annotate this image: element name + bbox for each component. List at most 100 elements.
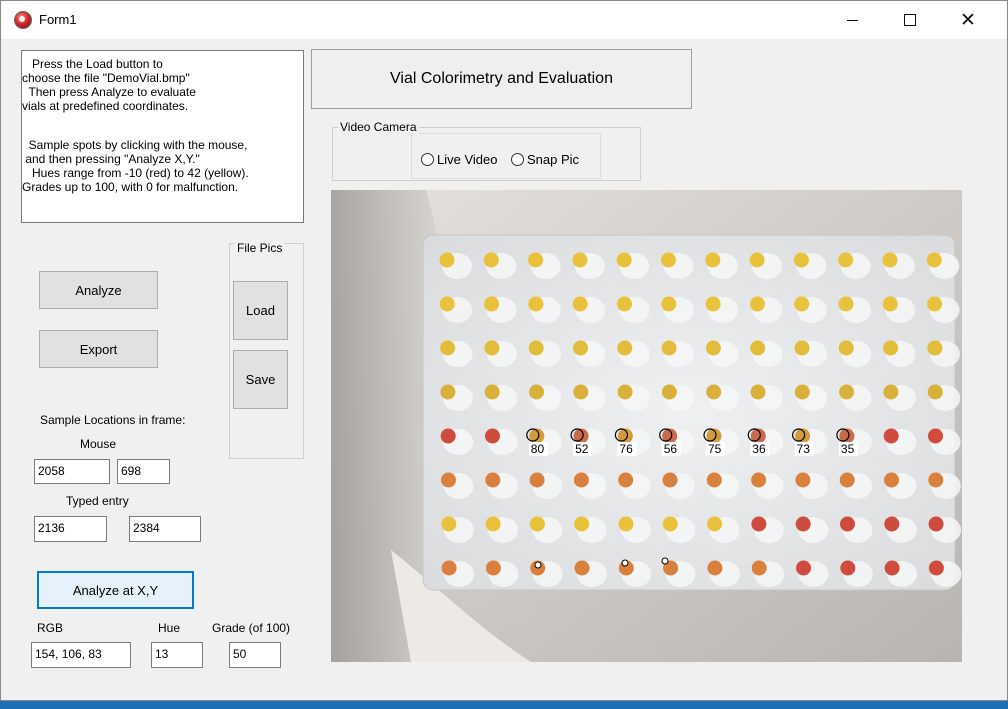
vial-sample — [440, 340, 456, 356]
mouse-x-field[interactable]: 2058 — [34, 459, 110, 484]
instructions-textbox[interactable]: Press the Load button to choose the file… — [21, 50, 304, 223]
vial-sample — [749, 296, 765, 312]
vial-sample — [441, 516, 457, 532]
vial-sample — [572, 252, 588, 268]
vial-sample — [838, 296, 854, 312]
close-button[interactable]: ✕ — [939, 1, 997, 39]
grade-label: 73 — [797, 442, 811, 456]
sample-spot-marker — [661, 557, 669, 565]
vial-sample — [751, 472, 767, 488]
rgb-field[interactable]: 154, 106, 83 — [31, 642, 131, 668]
vial-sample — [926, 252, 942, 268]
vial-sample — [662, 516, 678, 532]
vial-sample — [440, 384, 456, 400]
vial-sample — [441, 560, 457, 576]
vial-sample — [485, 428, 500, 444]
vial-sample — [573, 472, 589, 488]
hue-field[interactable]: 13 — [151, 642, 203, 668]
hue-label: Hue — [158, 621, 181, 635]
load-button[interactable]: Load — [233, 281, 288, 340]
maximize-button[interactable] — [881, 1, 939, 39]
instruction-line: Then press Analyze to evaluate — [22, 85, 196, 99]
typed-x-field[interactable]: 2136 — [34, 516, 107, 542]
vial-sample — [485, 472, 501, 488]
vial-sample — [617, 296, 632, 312]
vial-sample — [529, 472, 545, 488]
vial-sample — [617, 384, 633, 400]
instruction-line: Grades up to 100, with 0 for malfunction… — [22, 180, 239, 194]
minimize-button[interactable] — [823, 1, 881, 39]
grade-label: Grade (of 100) — [212, 621, 291, 635]
vial-sample — [616, 252, 632, 268]
grade-label: 52 — [575, 442, 589, 456]
vial-sample — [928, 516, 944, 532]
vial-sample — [484, 384, 500, 400]
vial-sample — [794, 384, 810, 400]
vial-sample — [882, 252, 898, 268]
radio-circle-icon — [511, 153, 524, 166]
vial-sample — [705, 296, 721, 312]
main-window: Form1 ✕ Press the Load button to choose … — [0, 0, 1008, 701]
vial-sample — [882, 296, 898, 312]
typed-y-field[interactable]: 2384 — [129, 516, 201, 542]
mouse-y-field[interactable]: 698 — [117, 459, 170, 484]
vial-sample — [573, 340, 588, 356]
vial-sample — [750, 340, 766, 356]
sample-spot-marker — [534, 561, 542, 569]
instruction-line: Sample spots by clicking with the mouse, — [22, 138, 248, 152]
vial-sample — [529, 516, 545, 532]
vial-sample — [840, 516, 855, 532]
vial-sample — [528, 252, 544, 268]
vial-sample — [572, 296, 588, 312]
vial-sample — [750, 384, 766, 400]
maximize-icon — [904, 14, 916, 26]
snap-pic-label: Snap Pic — [527, 152, 580, 167]
vial-sample — [528, 296, 544, 312]
instruction-line: vials at predefined coordinates. — [22, 99, 189, 113]
vial-sample — [927, 296, 943, 312]
vial-sample — [883, 428, 899, 444]
vial-sample — [705, 252, 721, 268]
grade-field[interactable]: 50 — [229, 642, 281, 668]
vial-sample — [573, 384, 589, 400]
vial-sample — [706, 472, 722, 488]
vial-sample — [484, 340, 500, 356]
analyze-at-xy-button[interactable]: Analyze at X,Y — [37, 571, 194, 609]
vial-sample — [485, 560, 501, 576]
grade-label: 75 — [708, 442, 722, 456]
vial-sample — [707, 560, 723, 576]
vial-sample — [529, 384, 544, 400]
vial-sample — [661, 252, 676, 268]
vial-sample — [839, 384, 855, 400]
vial-sample — [440, 428, 456, 444]
vial-sample — [528, 340, 544, 356]
mouse-label: Mouse — [80, 437, 117, 451]
vial-colorimetry-button[interactable]: Vial Colorimetry and Evaluation — [311, 49, 692, 109]
grade-label: 36 — [752, 442, 766, 456]
vial-sample — [706, 384, 722, 400]
vial-sample — [795, 516, 811, 532]
live-video-label: Live Video — [437, 152, 498, 167]
vial-sample — [884, 516, 900, 532]
vial-sample — [927, 340, 943, 356]
snap-pic-radio[interactable]: Snap Pic — [511, 152, 579, 167]
instruction-line: choose the file "DemoVial.bmp" — [22, 71, 190, 85]
export-button[interactable]: Export — [39, 330, 158, 368]
app-icon — [14, 11, 32, 29]
vial-sample — [928, 428, 943, 444]
live-video-radio[interactable]: Live Video — [421, 152, 497, 167]
save-button[interactable]: Save — [233, 350, 288, 409]
vial-sample — [707, 516, 723, 532]
vial-sample — [485, 516, 501, 532]
vial-sample — [439, 252, 455, 268]
vial-sample — [838, 340, 854, 356]
typed-entry-label: Typed entry — [66, 494, 129, 508]
analyze-button[interactable]: Analyze — [39, 271, 158, 309]
vial-sample — [662, 472, 678, 488]
vial-plate-image[interactable]: 80 52 76 56 75 36 73 35 — [331, 190, 962, 662]
vial-sample — [794, 296, 810, 312]
title-bar: Form1 ✕ — [1, 1, 1007, 39]
grade-label: 80 — [531, 442, 545, 456]
vial-sample — [928, 560, 944, 576]
vial-sample — [927, 384, 943, 400]
